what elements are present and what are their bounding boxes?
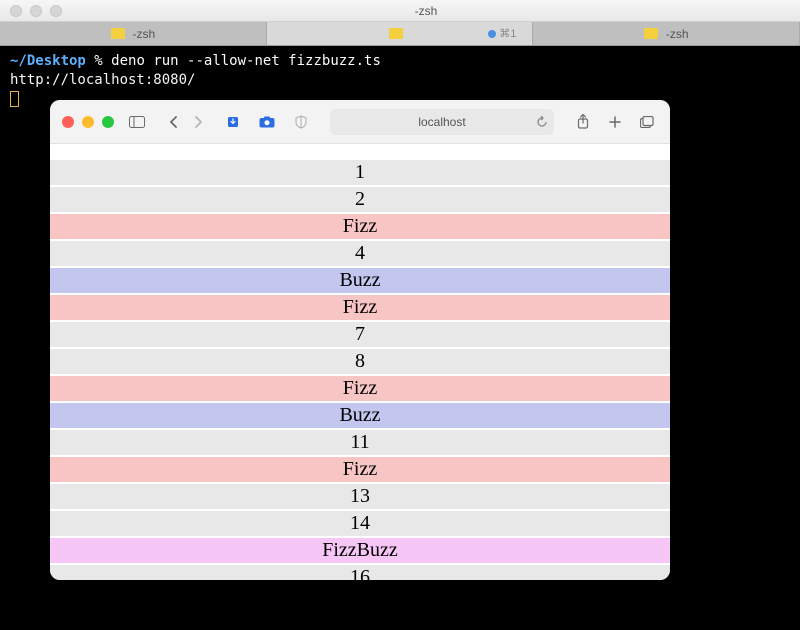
terminal-tab[interactable]: -zsh xyxy=(0,22,267,45)
fizzbuzz-row: 8 xyxy=(50,349,670,374)
fizzbuzz-row: Buzz xyxy=(50,268,670,293)
fizzbuzz-row: FizzBuzz xyxy=(50,538,670,563)
share-icon[interactable] xyxy=(572,111,594,133)
terminal-titlebar: -zsh xyxy=(0,0,800,22)
terminal-line: ~/Desktop % deno run --allow-net fizzbuz… xyxy=(10,52,790,71)
reload-icon[interactable] xyxy=(536,116,548,128)
fizzbuzz-row: Buzz xyxy=(50,403,670,428)
prompt-path: ~/Desktop xyxy=(10,53,86,69)
folder-icon xyxy=(389,28,403,39)
safari-toolbar: localhost xyxy=(50,100,670,144)
terminal-tab-active[interactable]: ⌘1 xyxy=(267,22,534,45)
minimize-icon[interactable] xyxy=(82,116,94,128)
nav-group xyxy=(162,111,210,133)
cursor-icon xyxy=(10,91,19,107)
fizzbuzz-row: 11 xyxy=(50,430,670,455)
fizzbuzz-row: 4 xyxy=(50,241,670,266)
fizzbuzz-row: Fizz xyxy=(50,295,670,320)
address-bar[interactable]: localhost xyxy=(330,109,554,135)
fizzbuzz-row: Fizz xyxy=(50,376,670,401)
sidebar-toggle-icon[interactable] xyxy=(126,111,148,133)
new-tab-icon[interactable] xyxy=(604,111,626,133)
terminal-traffic-lights xyxy=(10,5,62,17)
fizzbuzz-row: 16 xyxy=(50,565,670,580)
back-button[interactable] xyxy=(162,111,184,133)
download-icon[interactable] xyxy=(222,111,244,133)
folder-icon xyxy=(644,28,658,39)
safari-traffic-lights xyxy=(62,116,114,128)
fizzbuzz-row: 7 xyxy=(50,322,670,347)
folder-icon xyxy=(111,28,125,39)
terminal-output: http://localhost:8080/ xyxy=(10,71,790,90)
safari-page-content[interactable]: 12Fizz4BuzzFizz78FizzBuzz11Fizz1314FizzB… xyxy=(50,144,670,580)
fizzbuzz-row: Fizz xyxy=(50,214,670,239)
zoom-icon[interactable] xyxy=(50,5,62,17)
address-text: localhost xyxy=(418,115,465,129)
activity-dot-icon xyxy=(488,30,496,38)
camera-icon[interactable] xyxy=(256,111,278,133)
safari-window: localhost 12Fizz4BuzzFizz78FizzBuzz11Fiz… xyxy=(50,100,670,580)
tab-label: -zsh xyxy=(666,27,689,41)
close-icon[interactable] xyxy=(62,116,74,128)
forward-button[interactable] xyxy=(188,111,210,133)
fizzbuzz-row: 14 xyxy=(50,511,670,536)
terminal-tab-bar: -zsh ⌘1 -zsh xyxy=(0,22,800,46)
tab-shortcut: ⌘1 xyxy=(499,27,516,40)
shield-icon[interactable] xyxy=(290,111,312,133)
fizzbuzz-row: 2 xyxy=(50,187,670,212)
close-icon[interactable] xyxy=(10,5,22,17)
toolbar-right xyxy=(572,111,658,133)
fizzbuzz-row: 1 xyxy=(50,160,670,185)
tab-label: -zsh xyxy=(133,27,156,41)
terminal-command: deno run --allow-net fizzbuzz.ts xyxy=(111,53,381,69)
minimize-icon[interactable] xyxy=(30,5,42,17)
fizzbuzz-row: Fizz xyxy=(50,457,670,482)
fizzbuzz-row: 13 xyxy=(50,484,670,509)
prompt-symbol: % xyxy=(94,53,111,69)
terminal-tab[interactable]: -zsh xyxy=(533,22,800,45)
tabs-overview-icon[interactable] xyxy=(636,111,658,133)
zoom-icon[interactable] xyxy=(102,116,114,128)
terminal-title: -zsh xyxy=(62,4,790,18)
